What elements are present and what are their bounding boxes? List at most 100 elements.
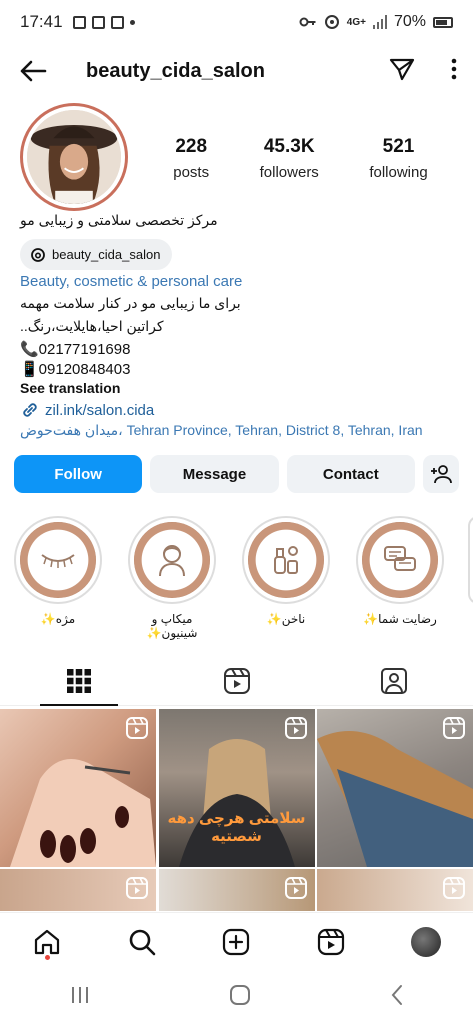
highlight-ring [356,516,444,604]
back-button[interactable] [16,54,50,88]
profile-actions: Follow Message Contact [14,455,459,493]
grid-post[interactable] [317,709,473,867]
tab-reels[interactable] [158,656,316,705]
bio-line: کراتین احیا،هایلایت،رنگ.. [20,318,164,334]
highlight-label: میکاپ و شینیون✨ [146,612,198,640]
reel-indicator-icon [284,717,307,739]
network-type: 4G+ [346,16,366,28]
highlight-item-partial[interactable] [468,516,473,604]
posts-grid: سلامتی هرچی دهه شصتیه [0,709,473,911]
home-system-button[interactable] [229,984,251,1011]
reel-indicator-icon [126,877,148,899]
nav-reels[interactable] [311,922,351,962]
recent-apps-button[interactable] [69,985,91,1010]
search-icon [129,929,156,955]
reel-indicator-icon [284,877,307,899]
threads-badge[interactable]: beauty_cida_salon [20,239,173,270]
following-stat[interactable]: 521 following [369,136,427,181]
reel-indicator-icon [443,877,465,899]
bottom-navigation [0,912,473,970]
share-button[interactable] [389,57,415,86]
makeup-icon [159,545,185,577]
bio-line: برای ما زیبایی مو در کنار سلامت مهمه [20,295,241,311]
highlight-item[interactable]: میکاپ و شینیون✨ [128,516,216,640]
following-label: following [369,164,428,181]
recent-apps-icon [72,986,89,1003]
reels-icon [223,667,250,694]
address-english: Tehran Province, Tehran, District 8, Teh… [122,422,423,438]
grid-post[interactable] [158,869,315,911]
post-overlay-text: سلامتی هرچی دهه شصتیه [167,810,306,845]
highlight-ring [242,516,330,604]
highlight-label: رضایت شما✨ [363,612,437,626]
grid-post[interactable] [0,709,156,867]
status-notification-icons [72,15,135,29]
highlight-item[interactable]: رضایت شما✨ [356,516,444,640]
signal-icon [372,15,387,29]
add-post-icon [223,928,250,955]
profile-address[interactable]: میدان هفت‌حوض، Tehran Province, Tehran, … [20,422,423,439]
contact-button[interactable]: Contact [286,455,415,493]
story-highlights: مژه✨ میکاپ و شینیون✨ ناخن✨ رضایت شما✨ [14,516,473,640]
nail-polish-icon [274,546,298,574]
followers-count: 45.3K [263,136,315,157]
profile-link[interactable]: zil.ink/salon.cida [20,400,154,420]
profile-avatar-ring[interactable] [20,103,128,211]
chat-icon [110,15,124,29]
home-circle-icon [230,984,251,1005]
tab-tagged[interactable] [315,656,473,705]
profile-link-text: zil.ink/salon.cida [45,401,155,419]
posts-stat[interactable]: 228 posts [173,136,209,181]
link-icon [23,403,37,417]
chevron-left-icon [391,984,402,1005]
reel-indicator-icon [443,717,465,739]
suggested-users-button[interactable] [422,455,459,493]
follow-button[interactable]: Follow [14,455,143,493]
threads-handle: beauty_cida_salon [52,247,161,262]
followers-stat[interactable]: 45.3K followers [260,136,319,181]
home-icon [35,929,60,954]
profile-stats: 228 posts 45.3K followers 521 following [148,136,453,181]
followers-label: followers [259,164,319,181]
nav-profile[interactable] [406,922,446,962]
highlight-ring [128,516,216,604]
bio-phone-1: 📞02177191698 [20,341,131,358]
battery-icon [433,16,453,28]
tab-posts[interactable] [0,656,158,706]
bio-name: مرکز تخصصی سلامتی و زیبایی مو [20,212,218,228]
highlight-item[interactable]: ناخن✨ [242,516,330,640]
see-translation-link[interactable]: See translation [20,380,120,396]
highlight-item[interactable]: مژه✨ [14,516,102,640]
profile-category[interactable]: Beauty, cosmetic & personal care [20,273,242,290]
bio-phone-2: 📱09120848403 [20,361,131,378]
status-bar: 17:41 4G+ 70% [0,0,473,44]
message-button[interactable]: Message [150,455,279,493]
system-back-button[interactable] [390,984,404,1011]
notification-dot [45,954,51,960]
gallery-icon [72,15,86,29]
more-notifications-icon [129,19,135,25]
tagged-icon [381,667,408,694]
grid-post[interactable] [317,869,473,911]
send-icon [389,58,415,80]
nav-home[interactable] [27,922,67,962]
highlight-label: ناخن✨ [266,612,306,626]
reels-icon [317,928,345,955]
chat-bubbles-icon [384,546,416,571]
status-system-icons: 4G+ 70% [299,13,453,31]
eyelash-icon [41,554,75,568]
key-icon [299,17,316,27]
more-options-button[interactable] [451,58,457,85]
grid-post[interactable]: سلامتی هرچی دهه شصتیه [158,709,315,867]
nav-search[interactable] [122,922,162,962]
avatar [27,110,121,204]
back-arrow-icon [20,60,47,82]
messages-icon [91,15,105,29]
following-count: 521 [382,136,415,157]
grid-post[interactable] [0,869,156,911]
nav-create[interactable] [216,922,256,962]
grid-icon [66,668,91,693]
address-farsi: میدان هفت‌حوض، [20,422,123,438]
highlight-label: مژه✨ [40,612,76,626]
battery-text: 70% [393,13,426,30]
